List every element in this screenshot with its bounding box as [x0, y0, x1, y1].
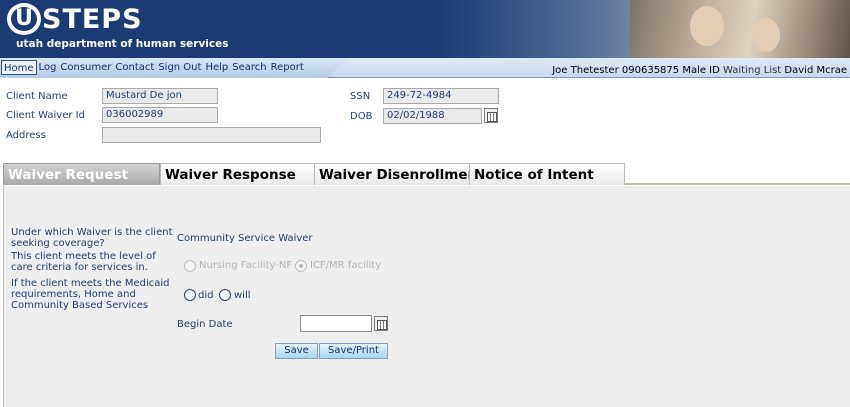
logo: U STEPS [7, 3, 143, 35]
logo-subtitle: utah department of human services [16, 38, 229, 50]
care-criteria-question: This client meets the level of care crit… [11, 251, 156, 273]
tab-notice-of-intent[interactable]: Notice of Intent [469, 163, 625, 185]
radio-will-label: will [234, 290, 251, 301]
ssn-field: 249-72-4984 [383, 88, 499, 104]
header-banner: U STEPS utah department of human service… [0, 0, 850, 58]
photo-child-face [752, 18, 780, 52]
waiver-request-panel: Under which Waiver is the client seeking… [3, 186, 850, 407]
banner-photo [630, 0, 850, 58]
radio-nursing-facility[interactable] [184, 260, 196, 272]
waiting-list-label: Waiting List [723, 65, 782, 76]
radio-will[interactable] [219, 289, 231, 301]
client-waiver-id-label: Client Waiver Id [6, 110, 85, 121]
tab-bar: Waiver Request Waiver Response Waiver Di… [3, 161, 850, 185]
logo-u-mark: U [7, 3, 41, 35]
address-field [102, 127, 321, 143]
waiver-question: Under which Waiver is the client seeking… [11, 227, 173, 249]
tab-waiver-request[interactable]: Waiver Request [3, 163, 160, 185]
radio-did-label: did [198, 290, 214, 301]
logo-wordmark: STEPS [42, 4, 143, 35]
ssn-label: SSN [350, 91, 371, 102]
client-name-field: Mustard De jon [102, 88, 218, 104]
dob-label: DOB [350, 111, 373, 122]
radio-nursing-facility-label: Nursing Facility-NF [199, 260, 293, 271]
user-info-text: Joe Thetester 090635875 Male ID [552, 65, 720, 76]
nav-report[interactable]: Report [269, 60, 306, 75]
user-name: David Mcrae [784, 65, 847, 76]
nav-home[interactable]: Home [1, 60, 37, 75]
begin-date-label: Begin Date [177, 319, 233, 330]
save-button[interactable]: Save [275, 343, 318, 359]
nav-help[interactable]: Help [203, 60, 230, 75]
dob-field: 02/02/1988 [383, 108, 482, 124]
nav-menu: Home Log Consumer Contact Sign Out Help … [0, 58, 348, 78]
save-print-button[interactable]: Save/Print [319, 343, 388, 359]
tab-waiver-disenrollment[interactable]: Waiver Disenrollment [314, 163, 484, 185]
nav-sign-out[interactable]: Sign Out [156, 60, 203, 75]
dob-calendar-icon[interactable] [484, 108, 498, 123]
tab-waiver-response[interactable]: Waiver Response [160, 163, 315, 185]
address-label: Address [6, 130, 46, 141]
nav-bar: Home Log Consumer Contact Sign Out Help … [0, 58, 850, 78]
photo-adult-face [690, 6, 724, 46]
begin-date-input[interactable] [300, 315, 372, 332]
begin-date-calendar-icon[interactable] [374, 316, 388, 331]
radio-icf-mr-facility[interactable] [295, 260, 307, 272]
nav-log[interactable]: Log [37, 60, 59, 75]
client-waiver-id-field: 036002989 [102, 107, 218, 123]
radio-icf-mr-facility-label: ICF/MR facility [310, 260, 382, 271]
user-info: Joe Thetester 090635875 Male ID Waiting … [552, 65, 847, 76]
nav-search[interactable]: Search [230, 60, 268, 75]
waiver-value: Community Service Waiver [177, 233, 313, 244]
radio-did[interactable] [184, 289, 196, 301]
nav-contact[interactable]: Contact [113, 60, 156, 75]
client-name-label: Client Name [6, 91, 68, 102]
medicaid-question: If the client meets the Medicaid require… [11, 278, 170, 311]
nav-consumer[interactable]: Consumer [58, 60, 113, 75]
